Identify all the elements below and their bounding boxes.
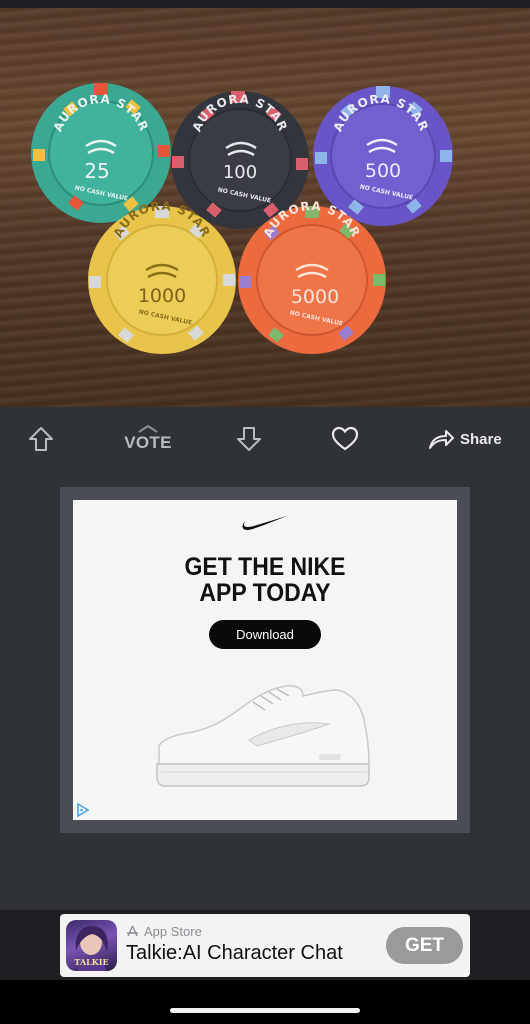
- chips-illustration: AURORA STAR 25 NO CASH VALUE AURORA STAR…: [31, 83, 453, 354]
- page: AURORA STAR 25 NO CASH VALUE AURORA STAR…: [0, 0, 530, 1024]
- ad-headline-line2: APP TODAY: [199, 579, 331, 607]
- post-action-bar: VOTE Share: [0, 407, 530, 471]
- chip-value-text: 100: [223, 162, 257, 183]
- home-indicator[interactable]: [170, 1008, 360, 1013]
- arrow-up-outline-icon: [29, 427, 53, 451]
- white-sneaker-image: [156, 685, 370, 787]
- chip-value-text: 500: [365, 160, 401, 182]
- ad-headline-line1: GET THE NIKE: [184, 553, 346, 581]
- share-button[interactable]: Share: [428, 425, 508, 453]
- share-label: Share: [460, 430, 502, 448]
- chevron-up-icon: [138, 425, 158, 433]
- app-store-icon: [127, 925, 138, 937]
- adchoices-icon[interactable]: [75, 802, 91, 818]
- post-image[interactable]: AURORA STAR 25 NO CASH VALUE AURORA STAR…: [0, 8, 530, 407]
- app-store-label: App Store: [144, 924, 202, 939]
- status-strip: [0, 0, 530, 8]
- home-bar-area: [0, 980, 530, 1024]
- arrow-down-outline-icon: [237, 427, 261, 451]
- share-arrow-icon: [429, 430, 454, 449]
- downvote-button[interactable]: [236, 425, 264, 453]
- upvote-button[interactable]: [28, 425, 56, 453]
- like-button[interactable]: [331, 425, 359, 453]
- nike-swoosh-icon: [242, 516, 287, 530]
- ad-headline: GET THE NIKE APP TODAY: [88, 554, 441, 606]
- app-name: Talkie:AI Character Chat: [126, 942, 343, 964]
- nike-ad[interactable]: GET THE NIKE APP TODAY Download: [73, 500, 457, 820]
- chip-value-text: 1000: [138, 285, 186, 307]
- heart-outline-icon: [331, 426, 359, 451]
- chip-value-text: 5000: [291, 286, 339, 308]
- download-button[interactable]: Download: [209, 620, 321, 649]
- app-store-row: App Store: [126, 924, 202, 939]
- app-install-card[interactable]: TALKIE App Store Talkie:AI Character Cha…: [60, 914, 470, 977]
- app-icon-label: TALKIE: [74, 957, 109, 967]
- vote-button[interactable]: VOTE: [124, 425, 172, 453]
- get-button[interactable]: GET: [386, 927, 463, 964]
- talkie-app-icon: TALKIE: [66, 920, 117, 971]
- chip-value-text: 25: [84, 159, 109, 183]
- vote-label: VOTE: [124, 433, 172, 452]
